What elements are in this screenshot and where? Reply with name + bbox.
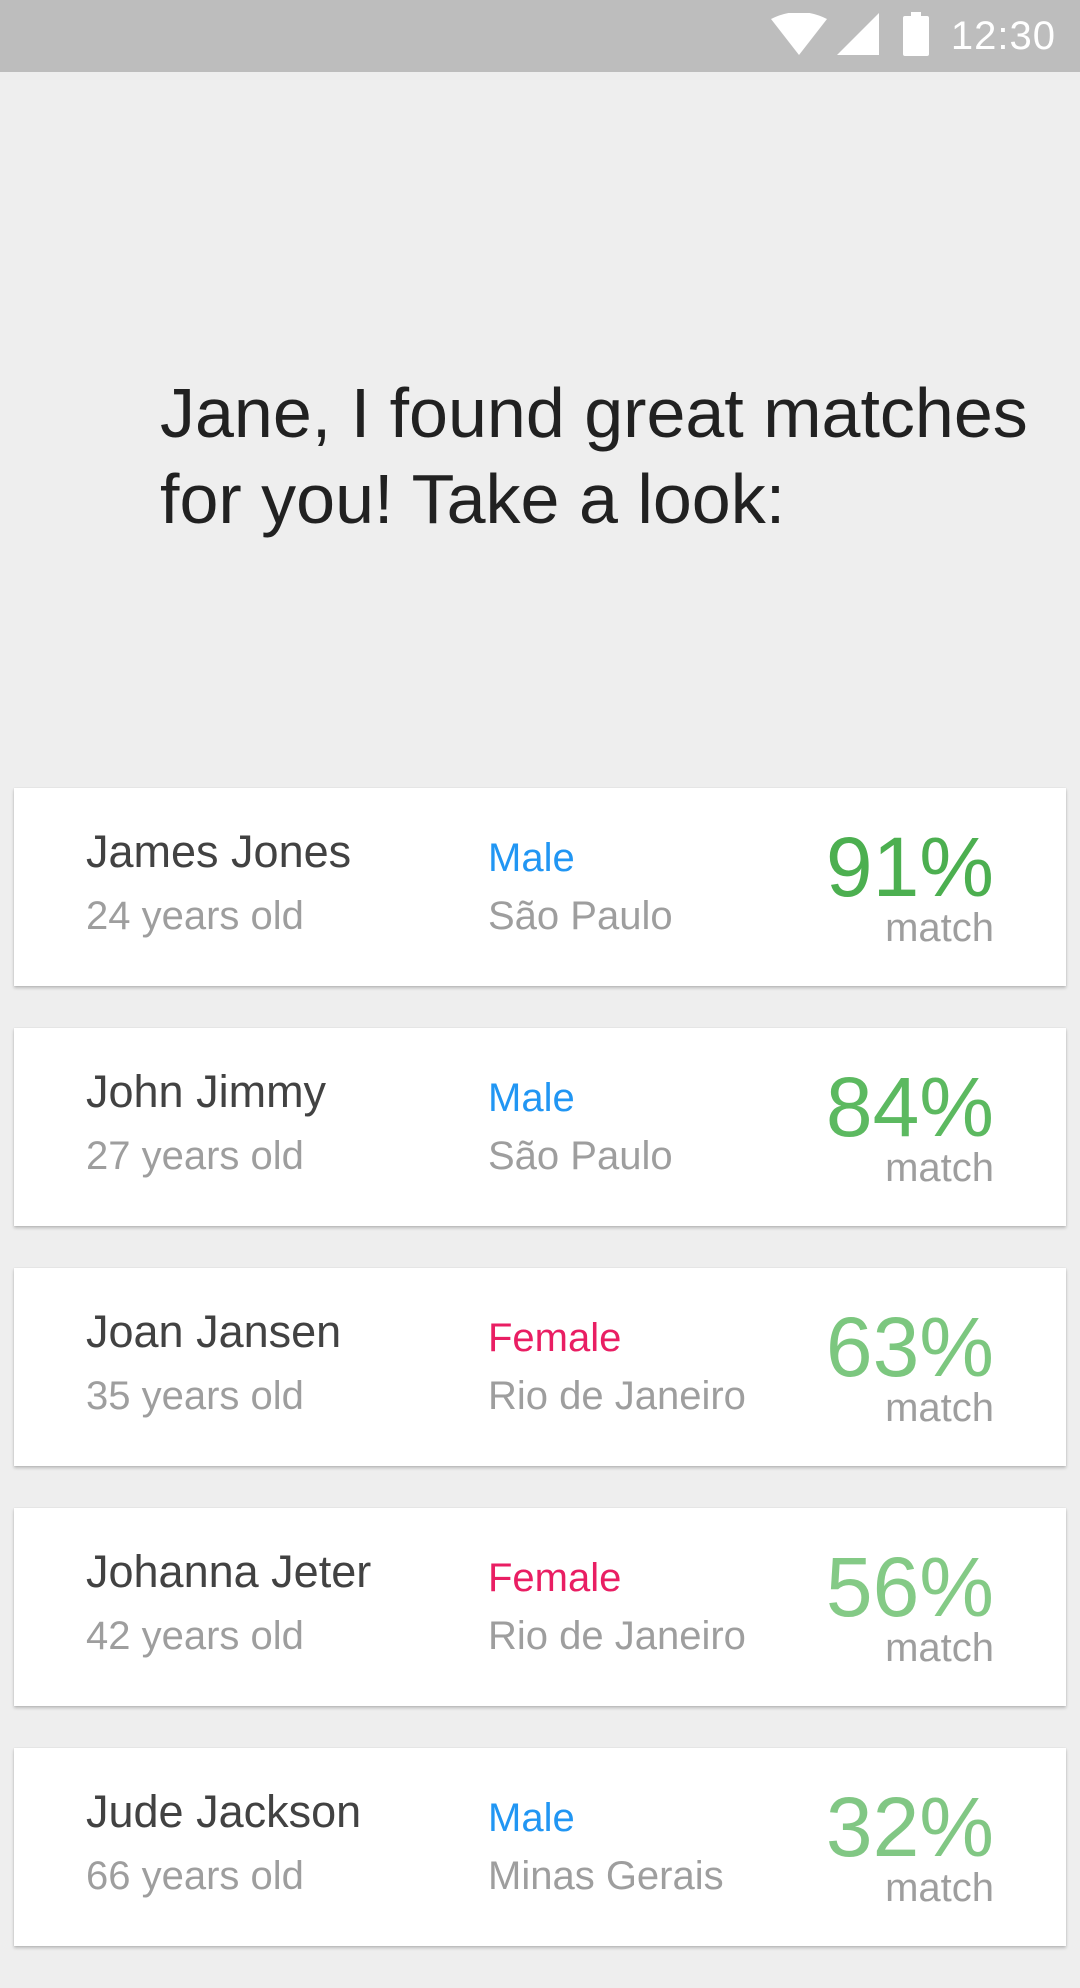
status-time: 12:30 <box>950 13 1056 58</box>
match-card[interactable]: Joan Jansen 35 years old Female Rio de J… <box>14 1268 1066 1466</box>
match-gender: Female <box>488 1556 622 1600</box>
status-icons: 12:30 <box>770 0 1056 72</box>
match-card[interactable]: Jude Jackson 66 years old Male Minas Ger… <box>14 1748 1066 1946</box>
match-card[interactable]: John Jimmy 27 years old Male São Paulo 8… <box>14 1028 1066 1226</box>
status-bar: 12:30 <box>0 0 1080 72</box>
match-age: 27 years old <box>86 1134 304 1178</box>
match-location: Minas Gerais <box>488 1854 724 1898</box>
match-list: James Jones 24 years old Male São Paulo … <box>14 788 1066 1988</box>
match-label: match <box>885 1626 994 1670</box>
match-name: Jude Jackson <box>86 1786 362 1837</box>
match-card[interactable]: James Jones 24 years old Male São Paulo … <box>14 788 1066 986</box>
match-age: 42 years old <box>86 1614 304 1658</box>
match-name: James Jones <box>86 826 352 877</box>
match-gender: Male <box>488 1796 575 1840</box>
wifi-icon <box>770 11 827 60</box>
match-gender: Male <box>488 836 575 880</box>
match-percent: 56% <box>825 1540 994 1634</box>
match-name: John Jimmy <box>86 1066 327 1117</box>
match-percent: 32% <box>825 1780 994 1874</box>
match-location: Rio de Janeiro <box>488 1614 746 1658</box>
match-age: 66 years old <box>86 1854 304 1898</box>
match-name: Joan Jansen <box>86 1306 342 1357</box>
page-headline: Jane, I found great matches for you! Tak… <box>160 374 1028 538</box>
signal-icon <box>836 12 879 60</box>
match-location: São Paulo <box>488 894 673 938</box>
match-percent: 91% <box>825 820 994 914</box>
match-label: match <box>885 906 994 950</box>
match-label: match <box>885 1866 994 1910</box>
match-label: match <box>885 1146 994 1190</box>
match-age: 35 years old <box>86 1374 304 1418</box>
match-age: 24 years old <box>86 894 304 938</box>
match-location: São Paulo <box>488 1134 673 1178</box>
match-location: Rio de Janeiro <box>488 1374 746 1418</box>
battery-icon <box>902 11 929 61</box>
match-label: match <box>885 1386 994 1430</box>
match-gender: Female <box>488 1316 622 1360</box>
match-percent: 84% <box>825 1060 994 1154</box>
match-name: Johanna Jeter <box>86 1546 372 1597</box>
match-gender: Male <box>488 1076 575 1120</box>
match-card[interactable]: Johanna Jeter 42 years old Female Rio de… <box>14 1508 1066 1706</box>
match-percent: 63% <box>825 1300 994 1394</box>
